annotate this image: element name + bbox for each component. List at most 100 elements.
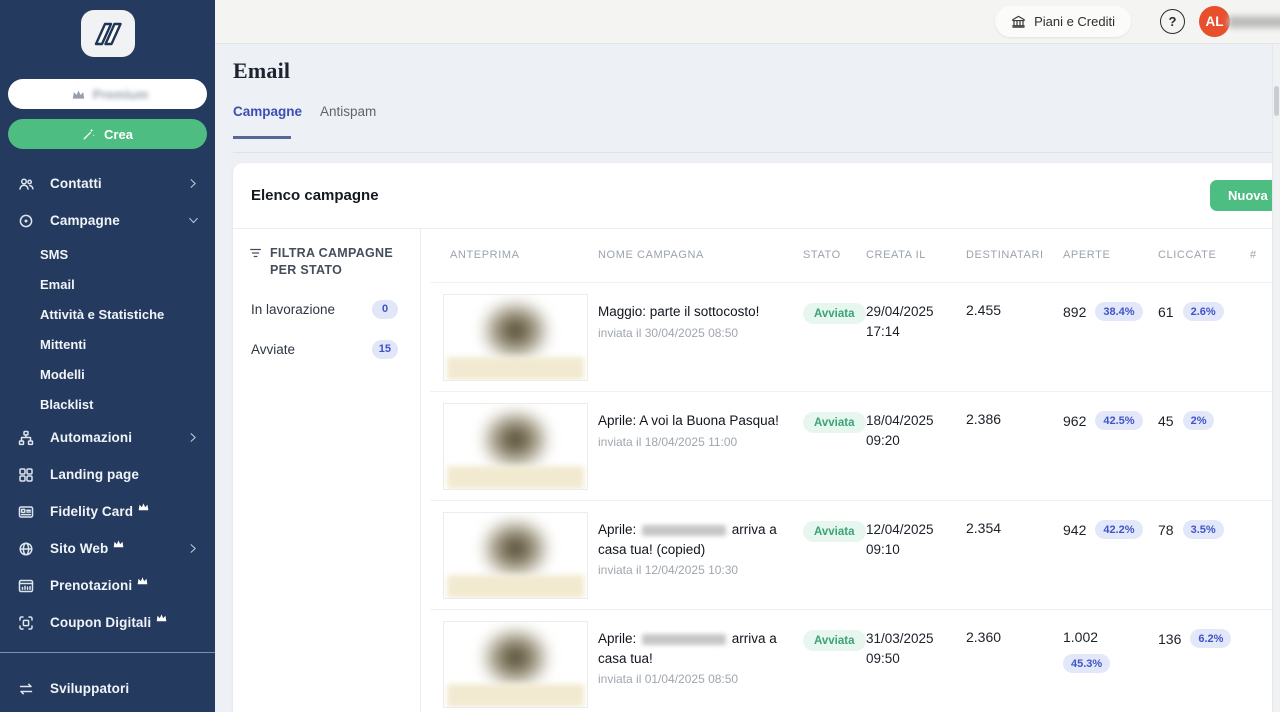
created-date: 18/04/2025 <box>866 413 934 428</box>
avatar[interactable]: AL <box>1199 6 1230 37</box>
clicked-cell: 61 2.6% <box>1158 283 1245 391</box>
campaign-preview-cell <box>430 610 598 712</box>
status-cell: Avviata <box>795 610 866 712</box>
redacted-text <box>642 633 727 645</box>
tab-antispam[interactable]: Antispam <box>320 104 376 119</box>
col-header-anteprima: ANTEPRIMA <box>450 249 520 261</box>
sidebar-item-sito-web[interactable]: Sito Web <box>0 530 215 567</box>
vertical-scrollbar[interactable] <box>1272 44 1280 712</box>
recipients-cell: 2.455 <box>966 302 1002 318</box>
campaign-preview-image[interactable] <box>443 403 588 490</box>
created-time: 09:10 <box>866 542 900 558</box>
col-header-aperte: APERTE <box>1063 249 1111 261</box>
help-button[interactable]: ? <box>1160 9 1185 34</box>
app-logo[interactable] <box>80 10 135 57</box>
scrollbar-thumb[interactable] <box>1274 86 1279 116</box>
recipients-cell: 2.386 <box>966 411 1002 427</box>
opened-count: 1.002 <box>1063 629 1099 645</box>
tab-campagne[interactable]: Campagne <box>233 104 302 119</box>
sidebar-subitem-sms[interactable]: SMS <box>0 239 215 269</box>
target-icon <box>19 214 33 227</box>
campaign-sent-note: inviata il 12/04/2025 10:30 <box>598 563 739 578</box>
campaign-preview-image[interactable] <box>443 294 588 381</box>
campaign-name-cell[interactable]: Maggio: parte il sottocosto! inviata il 3… <box>598 283 795 391</box>
status-cell: Avviata <box>795 501 866 609</box>
campaign-name-cell[interactable]: Aprile: arriva a casa tua! (copied) invia… <box>598 501 795 609</box>
sidebar-subitem-email[interactable]: Email <box>0 269 215 299</box>
campaigns-card: Elenco campagne Nuova campagna FILTRA CA… <box>233 163 1280 712</box>
sidebar-item-landing-page[interactable]: Landing page <box>0 456 215 493</box>
sidebar: Premium Crea Contatti Campagne SMS Email Att… <box>0 0 215 712</box>
clicked-count: 136 <box>1158 630 1182 647</box>
campaign-preview-image[interactable] <box>443 512 588 599</box>
chevron-down-icon <box>189 217 198 224</box>
recipients-cell: 2.354 <box>966 520 1002 536</box>
sidebar-item-label: Campagne <box>50 213 120 228</box>
campaign-preview-cell <box>430 283 598 391</box>
clicked-count: 78 <box>1158 521 1174 538</box>
preview-bottom-band <box>446 684 585 707</box>
sidebar-item-sviluppatori[interactable]: Sviluppatori <box>0 670 215 707</box>
col-header-stato: STATO <box>803 249 841 261</box>
magic-wand-icon <box>83 128 95 140</box>
users-icon <box>19 177 34 190</box>
globe-icon <box>18 541 35 557</box>
sidebar-item-label: Sviluppatori <box>50 681 130 696</box>
clicked-cell: 78 3.5% <box>1158 501 1245 609</box>
opened-count: 892 <box>1063 303 1087 320</box>
page-title: Email <box>233 58 291 83</box>
campaign-preview-image[interactable] <box>443 621 588 708</box>
opened-count: 942 <box>1063 521 1087 538</box>
table-row[interactable]: Aprile: arriva a casa tua! (copied) invia… <box>430 501 1280 610</box>
table-header-row: ANTEPRIMA NOME CAMPAGNA STATO CREATA IL … <box>430 228 1280 283</box>
sidebar-item-label: Prenotazioni <box>50 578 133 593</box>
table-row[interactable]: Maggio: parte il sottocosto! inviata il 3… <box>430 283 1280 392</box>
sidebar-item-contatti[interactable]: Contatti <box>0 165 215 202</box>
avatar-initials: AL <box>1205 14 1224 29</box>
plans-credits-button[interactable]: Piani e Crediti <box>995 6 1131 37</box>
target-icon <box>18 213 35 229</box>
chevron-right-icon <box>190 544 196 553</box>
campaign-sent-note: inviata il 18/04/2025 11:00 <box>598 434 738 449</box>
created-date: 31/03/2025 <box>866 631 934 646</box>
campaign-sent-note: inviata il 30/04/2025 08:50 <box>598 325 739 340</box>
sidebar-subitem-mittenti[interactable]: Mittenti <box>0 329 215 359</box>
filter-option-in-lavorazione[interactable]: In lavorazione 0 <box>251 299 398 319</box>
sidebar-item-prenotazioni[interactable]: Prenotazioni <box>0 567 215 604</box>
filter-icon <box>250 248 262 258</box>
sidebar-submenu: SMS Email Attività e Statistiche Mittenti Mo… <box>0 239 215 419</box>
count-badge: 0 <box>372 299 398 319</box>
sidebar-subitem-modelli[interactable]: Modelli <box>0 359 215 389</box>
campaign-name: Aprile: arriva a casa tua! <box>598 631 777 666</box>
table-row[interactable]: Aprile: arriva a casa tua! inviata il 01/… <box>430 610 1280 712</box>
new-campaign-button[interactable]: Nuova campagna <box>1210 180 1280 211</box>
premium-label: Premium <box>92 86 149 102</box>
sidebar-item-fidelity-card[interactable]: Fidelity Card <box>0 493 215 530</box>
campaign-name-cell[interactable]: Aprile: arriva a casa tua! inviata il 01/… <box>598 610 795 712</box>
sidebar-item-coupon-digitali[interactable]: Coupon Digitali <box>0 604 215 641</box>
crea-button[interactable]: Crea <box>8 119 207 149</box>
sidebar-item-campagne[interactable]: Campagne <box>0 202 215 239</box>
clicked-rate-badge: 3.5% <box>1182 520 1224 539</box>
opened-rate-badge: 42.2% <box>1095 520 1143 539</box>
filter-heading: FILTRA CAMPAGNE PER STATO <box>249 245 406 279</box>
preview-bottom-band <box>446 466 585 489</box>
campaign-name: Maggio: parte il sottocosto! <box>598 304 760 319</box>
filter-option-avviate[interactable]: Avviate 15 <box>251 339 398 359</box>
booking-icon <box>18 578 35 594</box>
recipients-cell: 2.360 <box>966 629 1002 645</box>
chevron-right-icon <box>188 178 199 189</box>
table-row[interactable]: Aprile: A voi la Buona Pasqua! inviata il… <box>430 392 1280 501</box>
created-time: 09:20 <box>866 433 900 449</box>
sidebar-subitem-blacklist[interactable]: Blacklist <box>0 389 215 419</box>
sidebar-subitem-attivit-e-statistiche[interactable]: Attività e Statistiche <box>0 299 215 329</box>
sidebar-footer-nav: Sviluppatori <box>0 670 215 707</box>
sidebar-item-automazioni[interactable]: Automazioni <box>0 419 215 456</box>
opened-cell: 1.002 45.3% <box>1063 610 1158 712</box>
campaign-name-cell[interactable]: Aprile: A voi la Buona Pasqua! inviata il… <box>598 392 795 500</box>
developers-icon <box>18 681 35 697</box>
status-badge: Avviata <box>803 521 866 542</box>
sitemap-icon <box>18 430 34 445</box>
crown-icon <box>137 576 148 585</box>
premium-button[interactable]: Premium <box>8 79 207 109</box>
